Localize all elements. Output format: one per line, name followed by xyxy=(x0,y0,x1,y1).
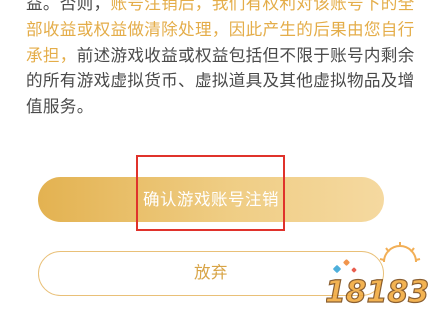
notice-text: 务。 xyxy=(59,97,94,117)
watermark-text: 18183 xyxy=(326,275,428,310)
notice-highlight-text: 担， xyxy=(42,45,77,65)
site-watermark-logo: 18183 xyxy=(326,242,428,311)
confirm-cancel-account-button[interactable]: 确认游戏账号注销 xyxy=(38,177,384,222)
notice-paragraph: 益。否则，账号注销后，我们有权利对该账号下的全部收益或权益做清除处理，因此产生的… xyxy=(26,0,424,120)
notice-text: 益。否则， xyxy=(26,0,111,13)
